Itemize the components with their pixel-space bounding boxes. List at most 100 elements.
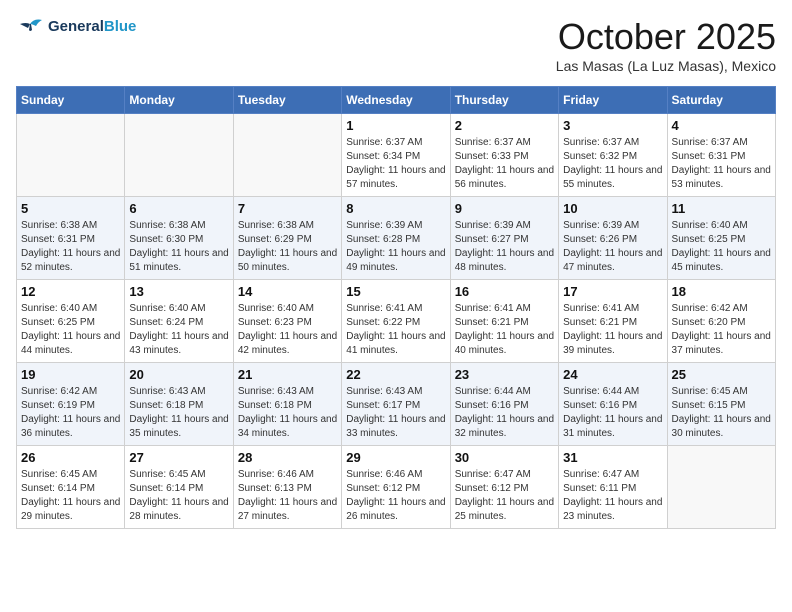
day-info: Sunrise: 6:37 AMSunset: 6:34 PMDaylight:…: [346, 136, 445, 192]
sunrise-info: Sunrise: 6:45 AM: [129, 468, 228, 482]
daylight-info: Daylight: 11 hours and 50 minutes.: [238, 247, 337, 275]
sunrise-info: Sunrise: 6:37 AM: [672, 136, 771, 150]
calendar-cell: 16 Sunrise: 6:41 AMSunset: 6:21 PMDayligh…: [450, 280, 558, 363]
sunset-info: Sunset: 6:18 PM: [238, 399, 337, 413]
sunrise-info: Sunrise: 6:40 AM: [672, 219, 771, 233]
sunset-info: Sunset: 6:15 PM: [672, 399, 771, 413]
day-info: Sunrise: 6:44 AMSunset: 6:16 PMDaylight:…: [455, 385, 554, 441]
calendar-cell: 19Sunrise: 6:42 AMSunset: 6:19 PMDayligh…: [17, 363, 125, 446]
sunrise-info: Sunrise: 6:41 AM: [563, 302, 662, 316]
day-number: 6: [129, 201, 228, 216]
sunrise-info: Sunrise: 6:40 AM: [21, 302, 120, 316]
calendar-cell: [667, 446, 775, 529]
day-info: Sunrise: 6:43 AMSunset: 6:17 PMDaylight:…: [346, 385, 445, 441]
day-info: Sunrise: 6:37 AMSunset: 6:33 PMDaylight:…: [455, 136, 554, 192]
sunset-info: Sunset: 6:13 PM: [238, 482, 337, 496]
sunrise-info: Sunrise: 6:42 AM: [21, 385, 120, 399]
sunset-info: Sunset: 6:31 PM: [21, 233, 120, 247]
day-number: 22: [346, 367, 445, 382]
sunrise-info: Sunrise: 6:45 AM: [21, 468, 120, 482]
day-number: 14: [238, 284, 337, 299]
calendar-cell: 6 Sunrise: 6:38 AMSunset: 6:30 PMDaylight…: [125, 197, 233, 280]
col-header-friday: Friday: [559, 87, 667, 114]
daylight-info: Daylight: 11 hours and 53 minutes.: [672, 164, 771, 192]
calendar-cell: 18Sunrise: 6:42 AMSunset: 6:20 PMDayligh…: [667, 280, 775, 363]
sunrise-info: Sunrise: 6:41 AM: [455, 302, 554, 316]
sunset-info: Sunset: 6:21 PM: [563, 316, 662, 330]
day-info: Sunrise: 6:39 AMSunset: 6:27 PMDaylight:…: [455, 219, 554, 275]
daylight-info: Daylight: 11 hours and 27 minutes.: [238, 496, 337, 524]
sunset-info: Sunset: 6:25 PM: [21, 316, 120, 330]
day-number: 21: [238, 367, 337, 382]
sunset-info: Sunset: 6:19 PM: [21, 399, 120, 413]
sunrise-info: Sunrise: 6:37 AM: [346, 136, 445, 150]
sunrise-info: Sunrise: 6:43 AM: [346, 385, 445, 399]
daylight-info: Daylight: 11 hours and 52 minutes.: [21, 247, 120, 275]
day-number: 13: [129, 284, 228, 299]
day-info: Sunrise: 6:40 AMSunset: 6:25 PMDaylight:…: [21, 302, 120, 358]
sunrise-info: Sunrise: 6:45 AM: [672, 385, 771, 399]
sunrise-info: Sunrise: 6:37 AM: [455, 136, 554, 150]
sunset-info: Sunset: 6:12 PM: [346, 482, 445, 496]
day-number: 3: [563, 118, 662, 133]
daylight-info: Daylight: 11 hours and 48 minutes.: [455, 247, 554, 275]
day-info: Sunrise: 6:40 AMSunset: 6:23 PMDaylight:…: [238, 302, 337, 358]
day-info: Sunrise: 6:38 AMSunset: 6:30 PMDaylight:…: [129, 219, 228, 275]
sunset-info: Sunset: 6:33 PM: [455, 150, 554, 164]
col-header-thursday: Thursday: [450, 87, 558, 114]
calendar-cell: 21Sunrise: 6:43 AMSunset: 6:18 PMDayligh…: [233, 363, 341, 446]
calendar-cell: 10Sunrise: 6:39 AMSunset: 6:26 PMDayligh…: [559, 197, 667, 280]
day-info: Sunrise: 6:37 AMSunset: 6:31 PMDaylight:…: [672, 136, 771, 192]
sunset-info: Sunset: 6:32 PM: [563, 150, 662, 164]
week-row: 1Sunrise: 6:37 AMSunset: 6:34 PMDaylight…: [17, 114, 776, 197]
sunrise-info: Sunrise: 6:44 AM: [455, 385, 554, 399]
day-number: 8: [346, 201, 445, 216]
sunset-info: Sunset: 6:18 PM: [129, 399, 228, 413]
week-row: 5Sunrise: 6:38 AMSunset: 6:31 PMDaylight…: [17, 197, 776, 280]
day-number: 5: [21, 201, 120, 216]
day-number: 4: [672, 118, 771, 133]
daylight-info: Daylight: 11 hours and 28 minutes.: [129, 496, 228, 524]
day-number: 30: [455, 450, 554, 465]
logo-bird-icon: [16, 16, 44, 38]
daylight-info: Daylight: 11 hours and 33 minutes.: [346, 413, 445, 441]
sunrise-info: Sunrise: 6:43 AM: [129, 385, 228, 399]
daylight-info: Daylight: 11 hours and 26 minutes.: [346, 496, 445, 524]
calendar-cell: 15Sunrise: 6:41 AMSunset: 6:22 PMDayligh…: [342, 280, 450, 363]
calendar-cell: 8Sunrise: 6:39 AMSunset: 6:28 PMDaylight…: [342, 197, 450, 280]
daylight-info: Daylight: 11 hours and 29 minutes.: [21, 496, 120, 524]
sunrise-info: Sunrise: 6:42 AM: [672, 302, 771, 316]
daylight-info: Daylight: 11 hours and 45 minutes.: [672, 247, 771, 275]
sunrise-info: Sunrise: 6:47 AM: [563, 468, 662, 482]
day-number: 7: [238, 201, 337, 216]
day-number: 27: [129, 450, 228, 465]
calendar-cell: [233, 114, 341, 197]
sunrise-info: Sunrise: 6:39 AM: [455, 219, 554, 233]
sunset-info: Sunset: 6:14 PM: [129, 482, 228, 496]
daylight-info: Daylight: 11 hours and 57 minutes.: [346, 164, 445, 192]
day-info: Sunrise: 6:41 AMSunset: 6:21 PMDaylight:…: [455, 302, 554, 358]
calendar-cell: [17, 114, 125, 197]
sunset-info: Sunset: 6:27 PM: [455, 233, 554, 247]
sunset-info: Sunset: 6:21 PM: [455, 316, 554, 330]
daylight-info: Daylight: 11 hours and 35 minutes.: [129, 413, 228, 441]
day-info: Sunrise: 6:37 AMSunset: 6:32 PMDaylight:…: [563, 136, 662, 192]
calendar-cell: 4 Sunrise: 6:37 AMSunset: 6:31 PMDaylight…: [667, 114, 775, 197]
calendar-cell: 24Sunrise: 6:44 AMSunset: 6:16 PMDayligh…: [559, 363, 667, 446]
sunset-info: Sunset: 6:31 PM: [672, 150, 771, 164]
sunset-info: Sunset: 6:16 PM: [455, 399, 554, 413]
sunset-info: Sunset: 6:17 PM: [346, 399, 445, 413]
day-number: 20: [129, 367, 228, 382]
day-info: Sunrise: 6:42 AMSunset: 6:19 PMDaylight:…: [21, 385, 120, 441]
sunset-info: Sunset: 6:12 PM: [455, 482, 554, 496]
day-number: 24: [563, 367, 662, 382]
page-header: GeneralBlue October 2025 Las Masas (La L…: [16, 16, 776, 74]
daylight-info: Daylight: 11 hours and 49 minutes.: [346, 247, 445, 275]
location: Las Masas (La Luz Masas), Mexico: [556, 58, 776, 74]
sunset-info: Sunset: 6:28 PM: [346, 233, 445, 247]
logo: GeneralBlue: [16, 16, 136, 38]
sunset-info: Sunset: 6:11 PM: [563, 482, 662, 496]
day-number: 16: [455, 284, 554, 299]
day-number: 15: [346, 284, 445, 299]
sunrise-info: Sunrise: 6:37 AM: [563, 136, 662, 150]
